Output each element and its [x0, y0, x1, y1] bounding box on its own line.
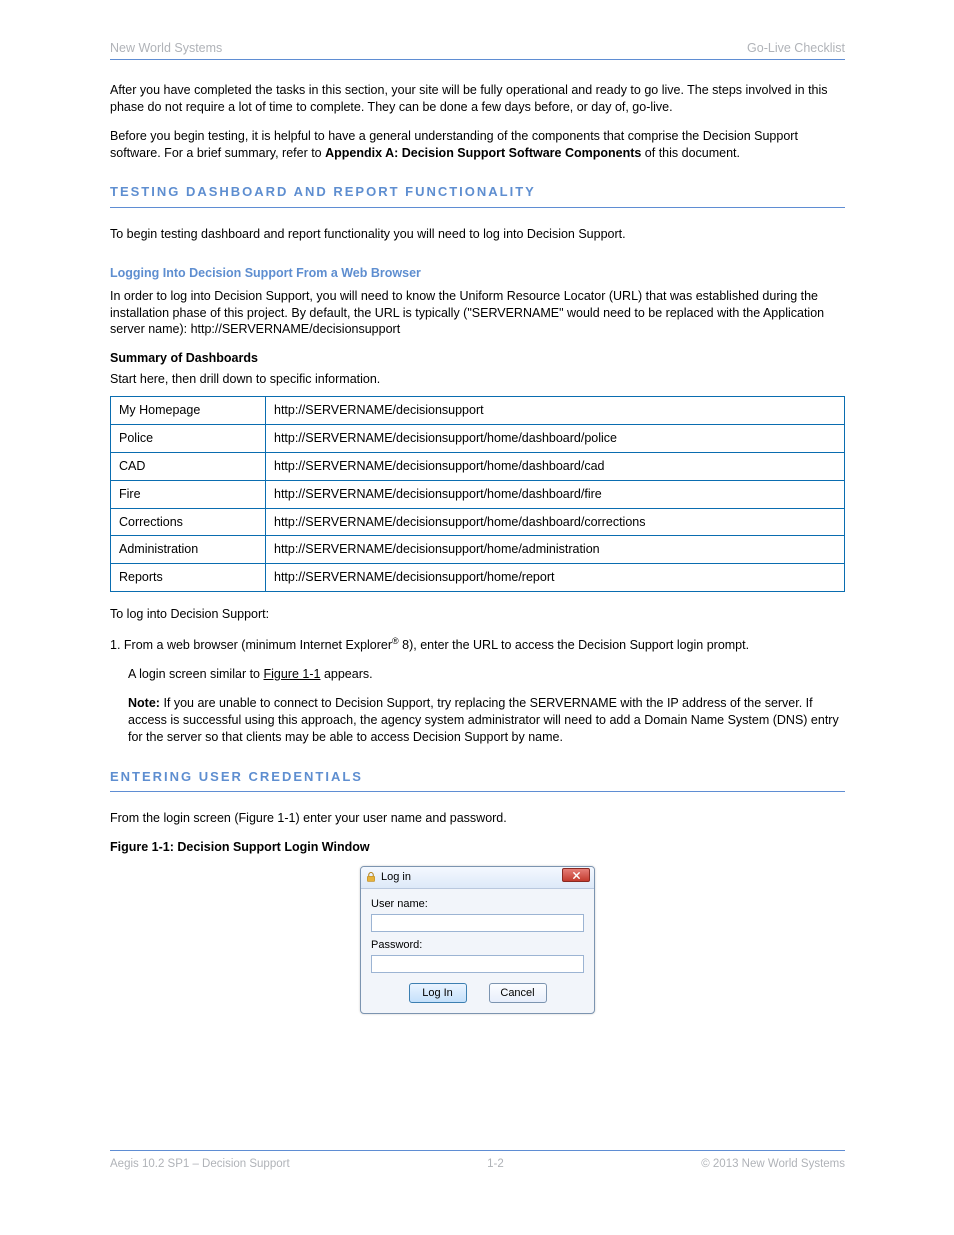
password-input[interactable]	[371, 955, 584, 973]
table-row: Policehttp://SERVERNAME/decisionsupport/…	[111, 424, 845, 452]
registered-mark: ®	[392, 636, 399, 646]
dashboard-url-table: My Homepagehttp://SERVERNAME/decisionsup…	[110, 396, 845, 592]
lock-icon	[365, 871, 377, 883]
username-label: User name:	[371, 897, 584, 912]
figure-ref-inline-2: Figure 1-1	[239, 811, 296, 825]
step-1-result: A login screen similar to Figure 1-1 app…	[110, 666, 845, 683]
subsection-para-login-browser: In order to log into Decision Support, y…	[110, 288, 845, 339]
dashboard-url-cell: http://SERVERNAME/decisionsupport/home/d…	[266, 452, 845, 480]
username-input[interactable]	[371, 914, 584, 932]
section-para-testing: To begin testing dashboard and report fu…	[110, 226, 845, 243]
table-row: My Homepagehttp://SERVERNAME/decisionsup…	[111, 397, 845, 425]
dashboard-url-cell: http://SERVERNAME/decisionsupport/home/d…	[266, 424, 845, 452]
section-title-credentials: Entering User Credentials	[110, 768, 845, 786]
login-button[interactable]: Log In	[409, 983, 467, 1003]
section-rule-2	[110, 791, 845, 792]
dashboard-name-cell: Fire	[111, 480, 266, 508]
footer-right: © 2013 New World Systems	[701, 1157, 845, 1173]
summary-intro: Start here, then drill down to specific …	[110, 371, 845, 388]
section-title-testing: TESTING DASHBOARD AND REPORT FUNCTIONALI…	[110, 183, 845, 201]
subsection-title-login-browser: Logging Into Decision Support From a Web…	[110, 265, 845, 282]
table-row: CADhttp://SERVERNAME/decisionsupport/hom…	[111, 452, 845, 480]
section-rule-1	[110, 207, 845, 208]
intro-para-1: After you have completed the tasks in th…	[110, 82, 845, 116]
dashboard-url-cell: http://SERVERNAME/decisionsupport/home/r…	[266, 564, 845, 592]
dashboard-name-cell: My Homepage	[111, 397, 266, 425]
close-button[interactable]	[562, 868, 590, 882]
table-row: Correctionshttp://SERVERNAME/decisionsup…	[111, 508, 845, 536]
summary-title: Summary of Dashboards	[110, 350, 845, 367]
appendix-ref: Appendix A: Decision Support Software Co…	[325, 146, 641, 160]
header-left: New World Systems	[110, 40, 222, 57]
note-label: Note:	[128, 696, 160, 710]
login-titlebar: Log in	[361, 867, 594, 889]
footer-left: Aegis 10.2 SP1 – Decision Support	[110, 1157, 290, 1173]
credentials-para: From the login screen (Figure 1-1) enter…	[110, 810, 845, 827]
dashboard-name-cell: Administration	[111, 536, 266, 564]
table-row: Administrationhttp://SERVERNAME/decision…	[111, 536, 845, 564]
intro-para-2: Before you begin testing, it is helpful …	[110, 128, 845, 162]
table-row: Reportshttp://SERVERNAME/decisionsupport…	[111, 564, 845, 592]
close-icon	[572, 871, 581, 880]
dashboard-name-cell: Reports	[111, 564, 266, 592]
page-footer: Aegis 10.2 SP1 – Decision Support 1-2 © …	[110, 1148, 845, 1173]
dashboard-name-cell: Corrections	[111, 508, 266, 536]
dashboard-url-cell: http://SERVERNAME/decisionsupport/home/d…	[266, 480, 845, 508]
cancel-button[interactable]: Cancel	[489, 983, 547, 1003]
dashboard-url-cell: http://SERVERNAME/decisionsupport	[266, 397, 845, 425]
page-header: New World Systems Go-Live Checklist	[110, 40, 845, 57]
header-rule	[110, 59, 845, 60]
dashboard-name-cell: Police	[111, 424, 266, 452]
table-row: Firehttp://SERVERNAME/decisionsupport/ho…	[111, 480, 845, 508]
step-1: 1. From a web browser (minimum Internet …	[110, 635, 845, 654]
figure-caption: Figure 1-1: Decision Support Login Windo…	[110, 839, 845, 856]
footer-rule	[110, 1150, 845, 1151]
steps-intro: To log into Decision Support:	[110, 606, 845, 623]
login-title: Log in	[381, 870, 558, 885]
figure-ref-inline[interactable]: Figure 1-1	[263, 667, 320, 681]
footer-page-number: 1-2	[487, 1157, 504, 1173]
login-dialog: Log in User name: Password: Log In Cance…	[360, 866, 595, 1014]
note-block: Note: If you are unable to connect to De…	[110, 695, 845, 746]
dashboard-url-cell: http://SERVERNAME/decisionsupport/home/a…	[266, 536, 845, 564]
dashboard-url-cell: http://SERVERNAME/decisionsupport/home/d…	[266, 508, 845, 536]
password-label: Password:	[371, 938, 584, 953]
header-right: Go-Live Checklist	[747, 40, 845, 57]
login-dialog-figure: Log in User name: Password: Log In Cance…	[110, 866, 845, 1014]
dashboard-name-cell: CAD	[111, 452, 266, 480]
